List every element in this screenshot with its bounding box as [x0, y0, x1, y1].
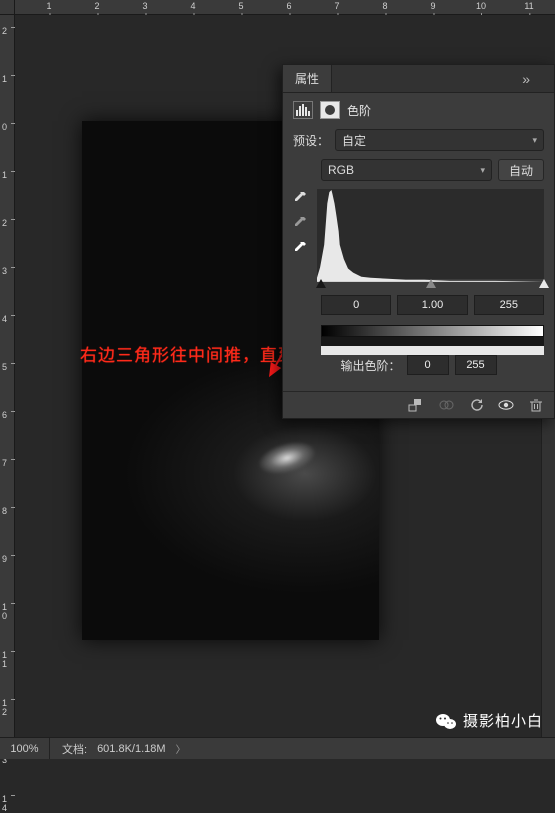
ruler-tick: 14 — [2, 795, 13, 813]
ruler-tick: 10 — [2, 603, 13, 621]
ruler-tick: 2 — [2, 27, 13, 36]
adjustment-title: 色阶 — [347, 102, 371, 119]
mask-icon[interactable] — [320, 101, 340, 119]
output-gradient — [321, 325, 544, 337]
wechat-icon — [435, 712, 457, 730]
clip-to-layer-icon[interactable] — [408, 398, 424, 412]
ruler-tick: 12 — [2, 699, 13, 717]
properties-tab[interactable]: 属性 — [283, 65, 332, 92]
document-info[interactable]: 文档: 601.8K/1.18M 〉 — [50, 741, 198, 757]
reset-icon[interactable] — [468, 398, 484, 412]
ruler-tick: 7 — [334, 1, 339, 11]
ruler-tick: 6 — [2, 411, 13, 420]
preset-select[interactable]: 自定 ▾ — [335, 129, 544, 151]
ruler-tick: 3 — [142, 1, 147, 11]
shadow-input[interactable]: 0 — [321, 295, 391, 315]
trash-icon[interactable] — [528, 398, 544, 412]
chevron-down-icon: ▾ — [532, 135, 537, 146]
highlight-input[interactable]: 255 — [474, 295, 544, 315]
output-slider-track[interactable] — [321, 337, 544, 349]
shadow-slider[interactable] — [316, 279, 326, 288]
eyedropper-black-icon[interactable] — [293, 191, 307, 208]
ruler-tick: 9 — [2, 555, 13, 564]
output-label: 输出色阶： — [340, 357, 400, 374]
chevron-down-icon: ▾ — [480, 165, 485, 176]
ruler-tick: 8 — [382, 1, 387, 11]
watermark: 摄影柏小白 — [435, 710, 543, 731]
properties-panel: 属性 » 色阶 预设： 自定 ▾ RGB ▾ 自动 — [282, 64, 555, 419]
ruler-tick: 1 — [2, 75, 13, 84]
ruler-tick: 2 — [2, 219, 13, 228]
preset-label: 预设： — [293, 132, 329, 149]
collapse-icon[interactable]: » — [514, 71, 538, 87]
ruler-tick: 11 — [2, 651, 13, 669]
previous-state-icon[interactable] — [438, 398, 454, 412]
midtone-slider[interactable] — [426, 279, 436, 288]
ruler-tick: 4 — [2, 315, 13, 324]
eyedropper-white-icon[interactable] — [293, 241, 307, 258]
ruler-tick: 0 — [2, 123, 13, 132]
output-high-input[interactable]: 255 — [455, 355, 497, 375]
midtone-input[interactable]: 1.00 — [397, 295, 467, 315]
ruler-tick: 5 — [2, 363, 13, 372]
auto-button[interactable]: 自动 — [498, 159, 544, 181]
output-white-slider[interactable] — [321, 346, 544, 355]
ruler-tick: 5 — [238, 1, 243, 11]
chevron-right-icon: 〉 — [176, 741, 186, 756]
levels-icon — [293, 101, 313, 119]
zoom-level[interactable]: 100% — [0, 738, 50, 759]
input-slider-track[interactable] — [321, 279, 544, 291]
output-low-input[interactable]: 0 — [407, 355, 449, 375]
ruler-tick: 10 — [476, 1, 486, 11]
output-black-slider[interactable] — [321, 337, 544, 346]
ruler-tick: 6 — [286, 1, 291, 11]
highlight-slider[interactable] — [539, 279, 549, 288]
ruler-tick: 8 — [2, 507, 13, 516]
ruler-corner — [0, 0, 15, 15]
eyedropper-gray-icon[interactable] — [293, 216, 307, 233]
ruler-tick: 4 — [190, 1, 195, 11]
ruler-tick: 9 — [430, 1, 435, 11]
ruler-tick: 11 — [524, 1, 533, 11]
histogram — [317, 189, 544, 279]
ruler-tick: 1 — [46, 1, 51, 11]
visibility-icon[interactable] — [498, 398, 514, 412]
ruler-vertical: 2101234567891011121314 — [0, 15, 15, 737]
status-bar: 100% 文档: 601.8K/1.18M 〉 — [0, 737, 555, 759]
ruler-tick: 7 — [2, 459, 13, 468]
ruler-horizontal: 1 2 3 4 5 6 7 8 9 10 11 — [15, 0, 555, 15]
panel-tabbar: 属性 » — [283, 65, 554, 93]
ruler-tick: 3 — [2, 267, 13, 276]
panel-menu-icon[interactable] — [538, 73, 554, 85]
ruler-tick: 2 — [94, 1, 99, 11]
ruler-tick: 1 — [2, 171, 13, 180]
channel-select[interactable]: RGB ▾ — [321, 159, 492, 181]
